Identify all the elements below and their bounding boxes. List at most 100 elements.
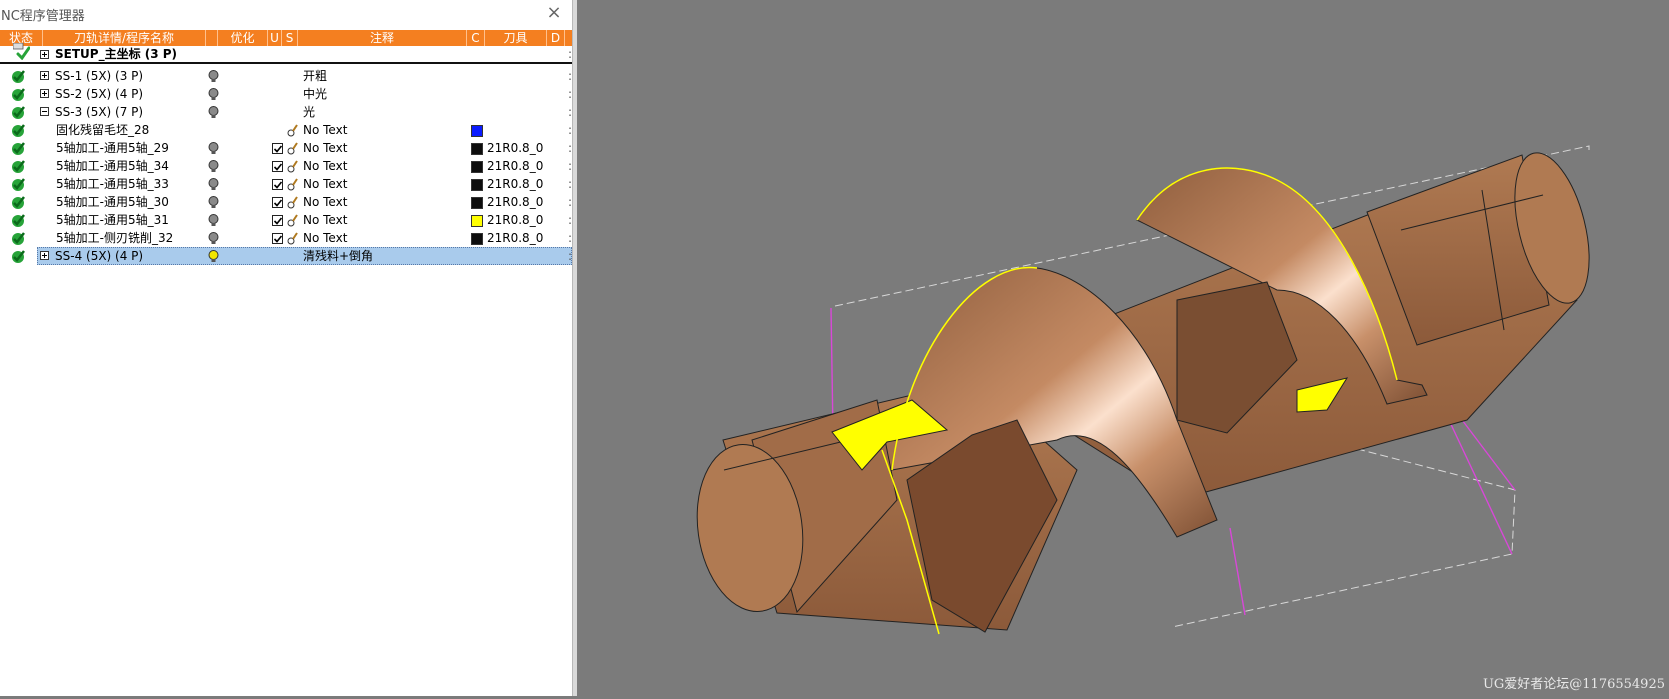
- expand-plus-icon[interactable]: [40, 89, 49, 98]
- tool-icon: [287, 142, 298, 155]
- bulb-icon[interactable]: [208, 70, 219, 83]
- row-tool: 21R0.8_0: [487, 177, 544, 191]
- row-note: 清残料+倒角: [303, 249, 374, 263]
- bulb-icon[interactable]: [208, 106, 219, 119]
- row-name: SS-3 (5X) (7 P): [55, 105, 144, 119]
- navigator-title: NC程序管理器: [1, 9, 85, 24]
- tree-row-ss4[interactable]: SS-4 (5X) (4 P) 清残料+倒角 :: [0, 247, 572, 265]
- status-check-icon: [12, 250, 25, 263]
- col-note[interactable]: 注释: [298, 30, 467, 46]
- close-icon[interactable]: ×: [544, 2, 564, 24]
- status-check-icon: [12, 232, 25, 245]
- row-name: SS-1 (5X) (3 P): [55, 69, 144, 83]
- checkbox-icon[interactable]: [272, 197, 283, 208]
- row-note: No Text: [303, 159, 348, 173]
- cad-model-view[interactable]: UG爱好者论坛@1176554925: [577, 0, 1669, 696]
- tool-icon: [287, 124, 298, 137]
- navigator-titlebar: NC程序管理器 ×: [0, 0, 572, 28]
- status-check-icon: [12, 142, 25, 155]
- status-check-icon: [12, 214, 25, 227]
- color-swatch[interactable]: [471, 197, 483, 209]
- checkbox-icon[interactable]: [272, 143, 283, 154]
- bulb-icon[interactable]: [208, 250, 219, 263]
- color-swatch[interactable]: [471, 233, 483, 245]
- row-name: 固化残留毛坯_28: [56, 123, 150, 137]
- color-swatch[interactable]: [471, 143, 483, 155]
- checkbox-icon[interactable]: [272, 161, 283, 172]
- expand-plus-icon[interactable]: [40, 50, 49, 59]
- checkbox-icon[interactable]: [272, 179, 283, 190]
- tree-row-op-33[interactable]: 5轴加工-通用5轴_33 No Text 21R0.8_0 :: [0, 175, 572, 193]
- row-name: 5轴加工-通用5轴_30: [56, 195, 169, 209]
- tree-row-op-32[interactable]: 5轴加工-侧刃铣削_32 No Text 21R0.8_0 :: [0, 229, 572, 247]
- checkbox-icon[interactable]: [272, 215, 283, 226]
- tool-icon: [287, 160, 298, 173]
- row-name: 5轴加工-通用5轴_33: [56, 177, 169, 191]
- col-s[interactable]: S: [282, 30, 298, 46]
- col-blank[interactable]: [206, 30, 218, 46]
- bulb-icon[interactable]: [208, 178, 219, 191]
- bulb-icon[interactable]: [208, 214, 219, 227]
- col-c[interactable]: C: [467, 30, 485, 46]
- collapse-minus-icon[interactable]: [40, 107, 49, 116]
- column-header: 状态 刀轨详情/程序名称 优化 U S 注释 C 刀具 D: [0, 30, 572, 46]
- graphics-viewport[interactable]: UG爱好者论坛@1176554925: [577, 0, 1669, 696]
- col-tool[interactable]: 刀具: [485, 30, 547, 46]
- row-tool: 21R0.8_0: [487, 159, 544, 173]
- tool-icon: [287, 178, 298, 191]
- color-swatch[interactable]: [471, 125, 483, 137]
- col-name[interactable]: 刀轨详情/程序名称: [43, 30, 206, 46]
- col-u[interactable]: U: [268, 30, 282, 46]
- color-swatch[interactable]: [471, 161, 483, 173]
- color-swatch[interactable]: [471, 215, 483, 227]
- bulb-icon[interactable]: [208, 142, 219, 155]
- tree-row-op-28[interactable]: 固化残留毛坯_28 No Text :: [0, 121, 572, 139]
- row-name: SS-2 (5X) (4 P): [55, 87, 144, 101]
- row-name: 5轴加工-通用5轴_29: [56, 141, 169, 155]
- row-tool: 21R0.8_0: [487, 195, 544, 209]
- row-note: No Text: [303, 231, 348, 245]
- row-note: 开粗: [303, 69, 328, 83]
- row-tool: 21R0.8_0: [487, 231, 544, 245]
- status-check-icon: [12, 124, 25, 137]
- nc-program-navigator: NC程序管理器 × 状态 刀轨详情/程序名称 优化 U S 注释 C 刀具 D …: [0, 0, 572, 696]
- row-name: 5轴加工-通用5轴_34: [56, 159, 169, 173]
- checkbox-icon[interactable]: [272, 233, 283, 244]
- row-name: 5轴加工-侧刃铣削_32: [56, 231, 174, 245]
- row-note: No Text: [303, 195, 348, 209]
- bulb-icon[interactable]: [208, 196, 219, 209]
- row-name: 5轴加工-通用5轴_31: [56, 213, 169, 227]
- row-name: SS-4 (5X) (4 P): [55, 249, 144, 263]
- tree-row-op-29[interactable]: 5轴加工-通用5轴_29 No Text 21R0.8_0 :: [0, 139, 572, 157]
- watermark-text: UG爱好者论坛@1176554925: [1483, 677, 1665, 692]
- expand-plus-icon[interactable]: [40, 251, 49, 260]
- row-note: No Text: [303, 123, 348, 137]
- screw-shaft: [696, 152, 1590, 635]
- tree-row-ss2[interactable]: SS-2 (5X) (4 P) 中光 :: [0, 85, 572, 103]
- status-check-icon: [12, 70, 25, 83]
- program-tree: SETUP_主坐标 (3 P) : SS-1 (5X) (3 P) 开粗 : S…: [0, 43, 572, 265]
- bulb-icon[interactable]: [208, 88, 219, 101]
- tool-icon: [287, 232, 298, 245]
- tool-icon: [287, 196, 298, 209]
- status-check-icon: [12, 88, 25, 101]
- row-note: No Text: [303, 177, 348, 191]
- tree-row-ss3[interactable]: SS-3 (5X) (7 P) 光 :: [0, 103, 572, 121]
- row-tool: 21R0.8_0: [487, 213, 544, 227]
- col-optimize[interactable]: 优化: [218, 30, 268, 46]
- bulb-icon[interactable]: [208, 232, 219, 245]
- status-check-icon: [12, 160, 25, 173]
- row-tool: 21R0.8_0: [487, 141, 544, 155]
- expand-plus-icon[interactable]: [40, 71, 49, 80]
- row-note: No Text: [303, 141, 348, 155]
- tree-row-op-34[interactable]: 5轴加工-通用5轴_34 No Text 21R0.8_0 :: [0, 157, 572, 175]
- tree-row-ss1[interactable]: SS-1 (5X) (3 P) 开粗 :: [0, 67, 572, 85]
- tree-row-op-31[interactable]: 5轴加工-通用5轴_31 No Text 21R0.8_0 :: [0, 211, 572, 229]
- tree-row-op-30[interactable]: 5轴加工-通用5轴_30 No Text 21R0.8_0 :: [0, 193, 572, 211]
- col-d[interactable]: D: [547, 30, 565, 46]
- tool-icon: [287, 214, 298, 227]
- color-swatch[interactable]: [471, 179, 483, 191]
- row-note: 中光: [303, 87, 328, 101]
- tree-row-setup[interactable]: SETUP_主坐标 (3 P) :: [0, 43, 572, 64]
- bulb-icon[interactable]: [208, 160, 219, 173]
